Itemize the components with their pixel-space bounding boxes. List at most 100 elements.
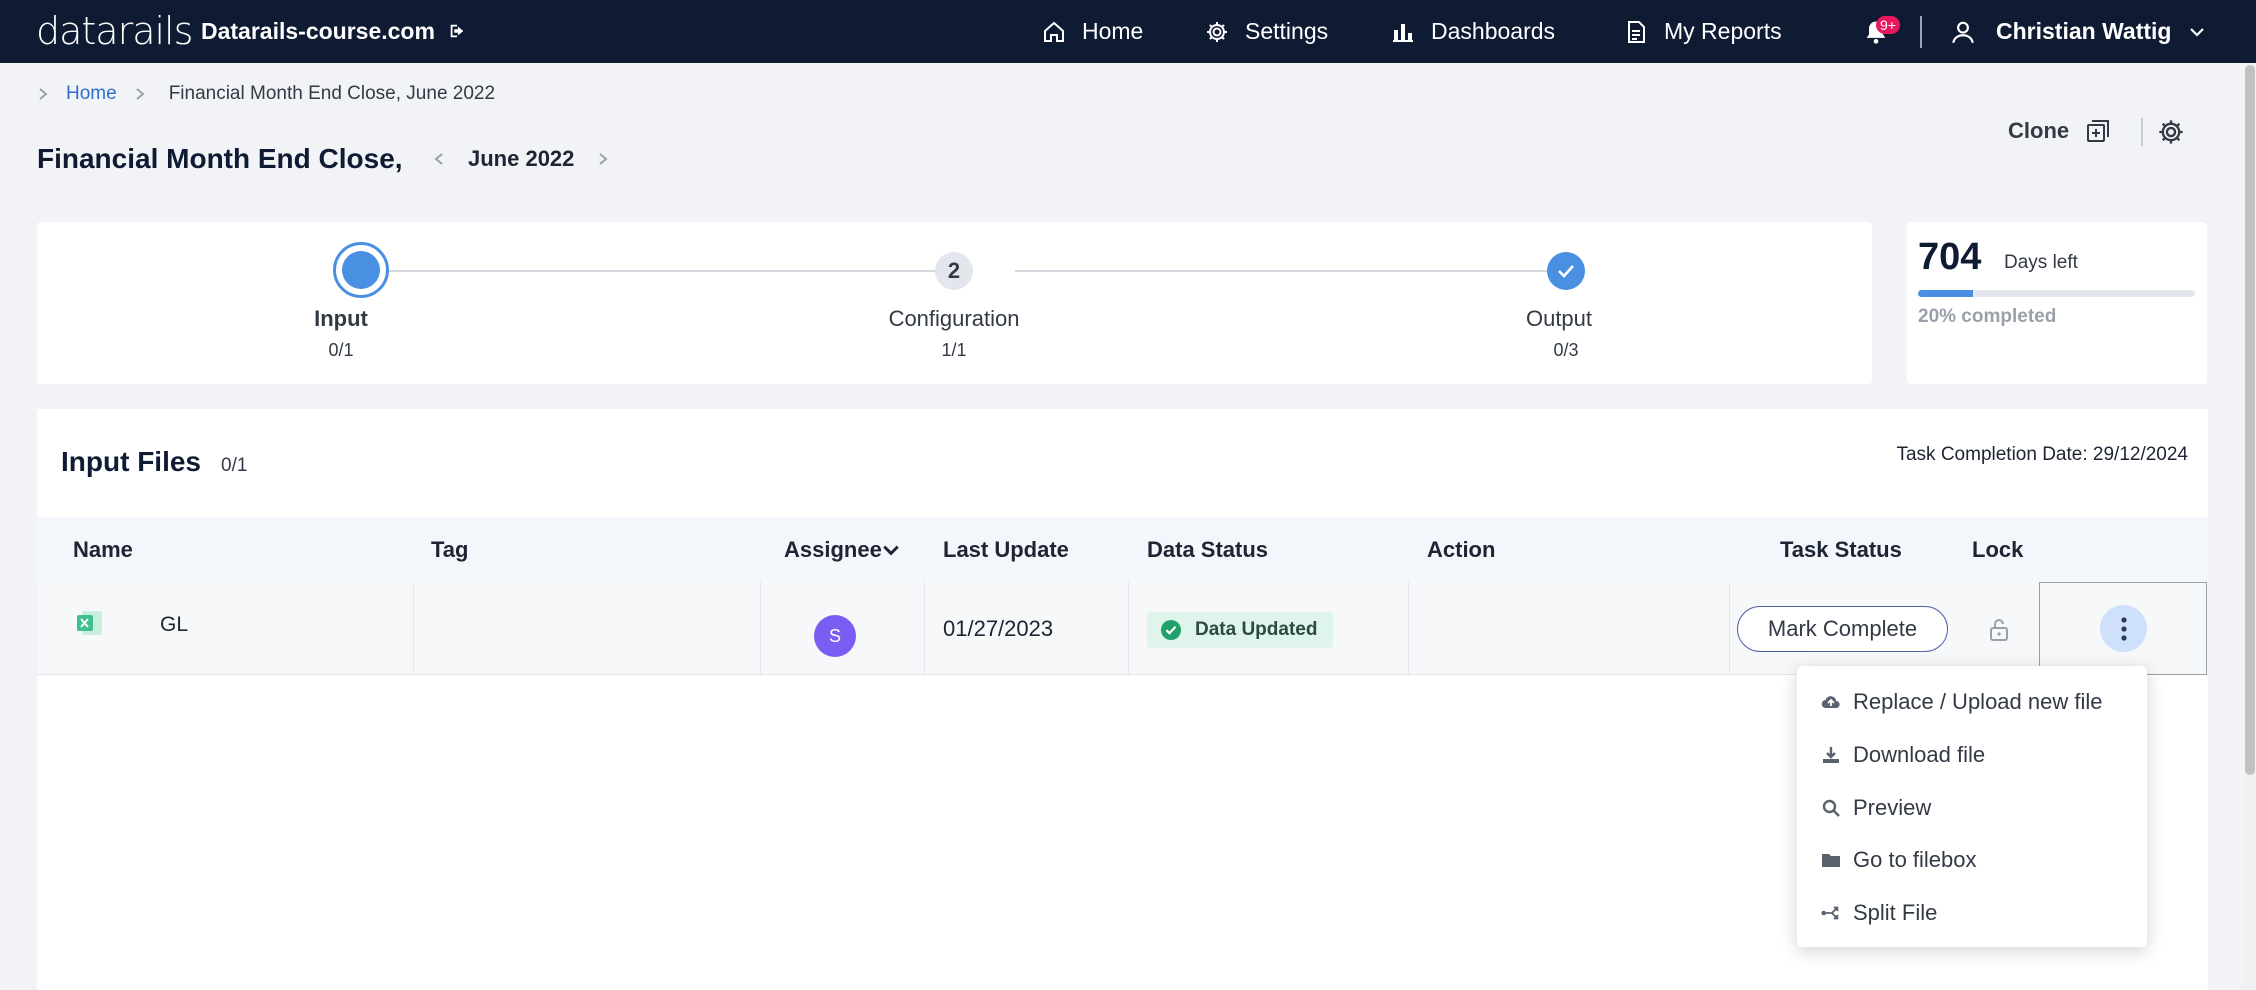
notification-badge: 9+ — [1876, 16, 1900, 34]
menu-item-download[interactable]: Download file — [1821, 742, 1985, 768]
datarails-logo[interactable]: datarails — [36, 9, 193, 53]
menu-item-label: Preview — [1853, 795, 1932, 820]
table-header: Name Tag Assignee Last Update Data Statu… — [37, 517, 2208, 582]
sign-out-icon[interactable] — [448, 22, 466, 40]
cell-divider — [924, 582, 925, 674]
process-stepper: Input 0/1 2 Configuration 1/1 Output 0/3 — [37, 222, 1872, 384]
nav-dashboards[interactable]: Dashboards — [1391, 18, 1555, 45]
table-row[interactable]: GL S 01/27/2023 Data Updated Mark Comple… — [37, 582, 2208, 675]
nav-settings[interactable]: Settings — [1205, 18, 1328, 45]
period-selector: June 2022 — [432, 146, 610, 172]
column-assignee[interactable]: Assignee — [784, 537, 900, 563]
last-update-value: 01/27/2023 — [943, 616, 1054, 641]
days-left-label: Days left — [2004, 252, 2078, 273]
clone-button[interactable]: Clone — [2008, 118, 2111, 144]
menu-item-replace-upload[interactable]: Replace / Upload new file — [1821, 689, 2102, 715]
breadcrumb-home[interactable]: Home — [66, 83, 117, 105]
nav-my-reports[interactable]: My Reports — [1624, 18, 1782, 45]
toolbar-divider — [2141, 118, 2143, 146]
completion-progress-fill — [1918, 290, 1974, 297]
home-icon — [1044, 21, 1064, 42]
step-input-indicator[interactable] — [333, 242, 389, 298]
status-badge-label: Data Updated — [1195, 619, 1318, 640]
column-last-update[interactable]: Last Update — [943, 537, 1069, 563]
more-actions-button[interactable] — [2100, 605, 2147, 652]
step-output-indicator[interactable] — [1547, 252, 1585, 290]
step-configuration-number: 2 — [947, 258, 961, 283]
nav-home[interactable]: Home — [1042, 18, 1143, 45]
row-menu-cell — [2039, 582, 2207, 675]
cell-divider — [413, 582, 414, 674]
menu-item-label: Replace / Upload new file — [1853, 689, 2103, 714]
step-input-label: Input — [314, 306, 368, 331]
folder-icon — [1822, 854, 1840, 867]
gear-icon — [1207, 21, 1227, 42]
menu-item-label: Download file — [1853, 742, 1986, 767]
unlock-icon[interactable] — [1988, 618, 2010, 642]
chevron-right-icon[interactable] — [596, 152, 610, 166]
menu-item-label: Split File — [1853, 900, 1938, 925]
cell-divider — [1729, 582, 1730, 674]
step-connector — [1015, 270, 1585, 272]
cloud-upload-icon — [1821, 696, 1840, 709]
search-icon — [1822, 799, 1840, 817]
cell-divider — [760, 582, 761, 674]
period-label: June 2022 — [468, 146, 575, 171]
task-completion-date: Task Completion Date: 29/12/2024 — [1896, 444, 2188, 465]
nav-settings-label: Settings — [1245, 18, 1329, 44]
chevron-left-icon[interactable] — [432, 152, 446, 166]
download-icon — [1823, 747, 1839, 763]
breadcrumb-current: Financial Month End Close, June 2022 — [168, 83, 496, 104]
cell-divider — [1408, 582, 1409, 674]
nav-divider — [1920, 16, 1922, 48]
bar-chart-icon — [1393, 23, 1413, 42]
chevron-right-icon — [136, 88, 145, 100]
column-data-status[interactable]: Data Status — [1147, 537, 1268, 563]
mark-complete-button[interactable]: Mark Complete — [1737, 606, 1948, 652]
nav-dashboards-label: Dashboards — [1431, 18, 1556, 44]
clone-label: Clone — [2008, 118, 2070, 143]
step-configuration-indicator[interactable]: 2 — [935, 252, 973, 290]
step-configuration-label: Configuration — [888, 306, 1020, 331]
column-action[interactable]: Action — [1427, 537, 1495, 563]
column-assignee-label: Assignee — [784, 537, 882, 562]
gear-icon[interactable] — [2157, 118, 2185, 146]
user-menu[interactable]: Christian Wattig — [1950, 18, 2205, 45]
user-name: Christian Wattig — [1996, 18, 2172, 44]
menu-item-preview[interactable]: Preview — [1821, 795, 1931, 821]
nav-home-label: Home — [1082, 18, 1144, 44]
chevron-down-icon — [883, 545, 899, 556]
avatar[interactable]: S — [814, 615, 856, 657]
menu-item-label: Go to filebox — [1853, 847, 1977, 872]
check-circle-icon — [1161, 620, 1181, 640]
column-task-status[interactable]: Task Status — [1780, 537, 1902, 563]
excel-file-icon — [77, 611, 102, 635]
user-icon — [1952, 21, 1974, 43]
page-scrollbar-thumb[interactable] — [2245, 65, 2255, 775]
input-files-title: Input Files — [61, 446, 201, 477]
column-name[interactable]: Name — [73, 537, 133, 563]
cell-divider — [1128, 582, 1129, 674]
column-tag[interactable]: Tag — [431, 537, 468, 563]
more-vertical-icon — [2120, 616, 2127, 641]
page-title: Financial Month End Close, — [37, 143, 403, 174]
chevron-right-icon — [39, 88, 48, 100]
menu-item-go-to-filebox[interactable]: Go to filebox — [1821, 847, 1977, 873]
completion-percent: 20% completed — [1918, 306, 2057, 327]
days-left-number: 704 — [1918, 236, 1982, 278]
input-files-count: 0/1 — [221, 455, 248, 476]
days-left-card: 704 Days left 20% completed — [1907, 222, 2207, 384]
breadcrumb: Home Financial Month End Close, June 202… — [36, 83, 495, 105]
checkmark-icon — [1558, 265, 1574, 278]
domain-name[interactable]: Datarails-course.com — [201, 18, 435, 45]
chevron-down-icon — [2190, 27, 2205, 37]
step-connector — [383, 270, 963, 272]
file-name[interactable]: GL — [160, 613, 188, 637]
menu-item-split-file[interactable]: Split File — [1821, 900, 1937, 926]
nav-my-reports-label: My Reports — [1664, 18, 1782, 44]
row-actions-menu: Replace / Upload new file Download file … — [1797, 666, 2147, 947]
step-output-count: 0/3 — [1553, 340, 1579, 360]
column-lock[interactable]: Lock — [1972, 537, 2023, 563]
clone-icon — [2087, 120, 2110, 142]
completion-progress-bar — [1918, 290, 2195, 297]
